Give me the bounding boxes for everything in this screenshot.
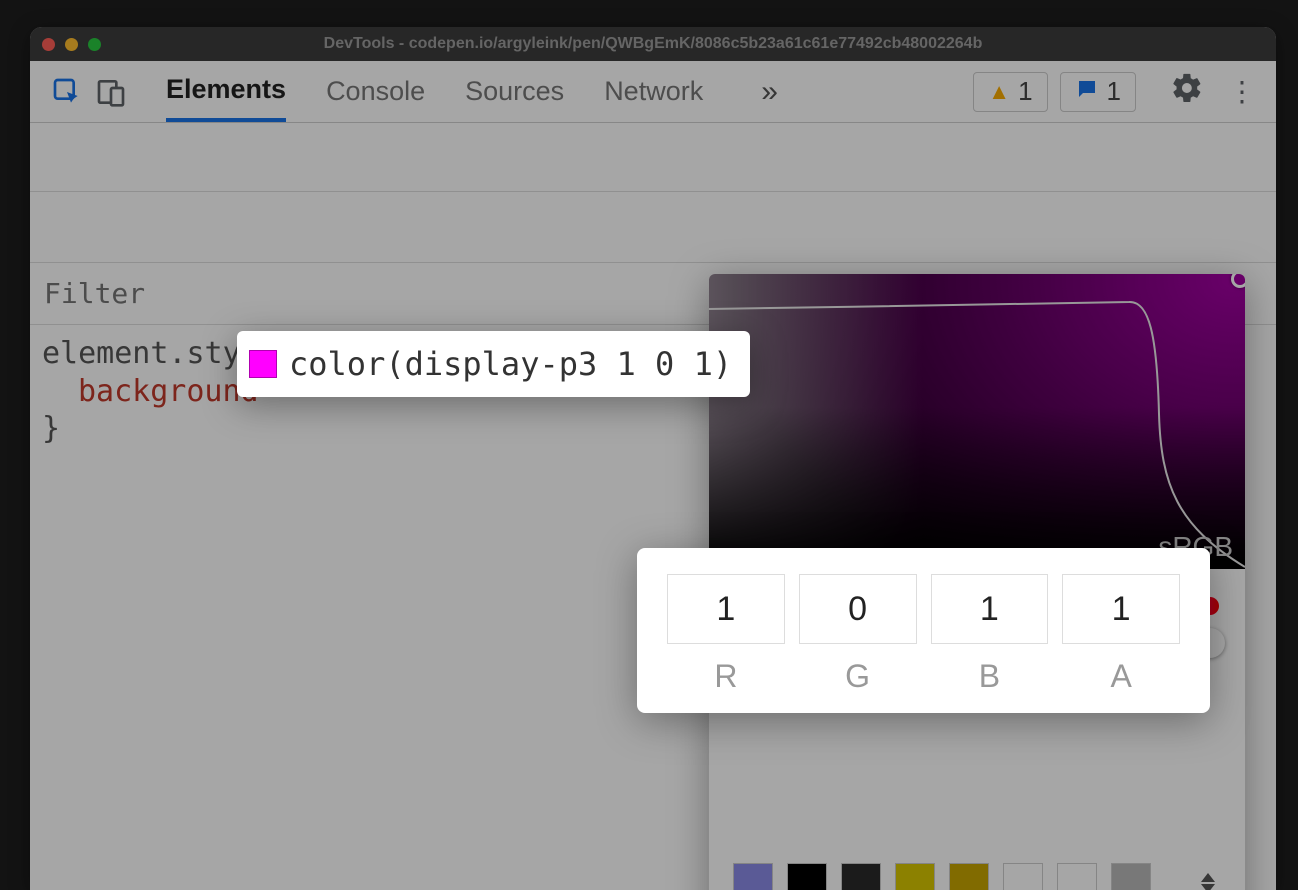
tabs-overflow-icon[interactable]: » [761, 75, 778, 109]
window-title: DevTools - codepen.io/argyleink/pen/QWBg… [30, 35, 1276, 53]
issues-icon [1075, 77, 1099, 107]
warnings-badge[interactable]: ▲ 1 [973, 72, 1047, 112]
minimize-button[interactable] [65, 38, 78, 51]
channel-input-b[interactable] [931, 574, 1049, 644]
palette-swatch[interactable] [949, 863, 989, 890]
color-spectrum[interactable]: sRGB [709, 274, 1245, 569]
toolbar-badges: ▲ 1 1 [973, 72, 1136, 112]
channel-label: R [714, 658, 737, 695]
channel-g: G [799, 574, 917, 695]
color-value-popover: color(display-p3 1 0 1) [237, 331, 750, 397]
palette-swatch[interactable] [1057, 863, 1097, 890]
channel-input-r[interactable] [667, 574, 785, 644]
tab-console[interactable]: Console [326, 61, 425, 122]
channel-a: A [1062, 574, 1180, 695]
warnings-count: 1 [1018, 76, 1032, 107]
channel-input-g[interactable] [799, 574, 917, 644]
traffic-lights [42, 38, 101, 51]
titlebar: DevTools - codepen.io/argyleink/pen/QWBg… [30, 27, 1276, 61]
inspect-element-icon[interactable] [48, 73, 86, 111]
settings-icon[interactable] [1170, 71, 1204, 112]
content-area: element.style { background } sRGB [30, 123, 1276, 890]
channel-b: B [931, 574, 1049, 695]
channel-label: A [1110, 658, 1131, 695]
palette-swatch[interactable] [787, 863, 827, 890]
tab-elements[interactable]: Elements [166, 61, 286, 122]
palette-swatch[interactable] [895, 863, 935, 890]
palette-row [733, 863, 1221, 890]
color-swatch-icon[interactable] [249, 350, 277, 378]
panel-tabs: Elements Console Sources Network » [166, 61, 967, 122]
divider [30, 191, 1276, 192]
tab-sources[interactable]: Sources [465, 61, 564, 122]
issues-badge[interactable]: 1 [1060, 72, 1136, 112]
issues-count: 1 [1107, 76, 1121, 107]
palette-swatch[interactable] [733, 863, 773, 890]
channel-label: G [845, 658, 870, 695]
devtools-window: DevTools - codepen.io/argyleink/pen/QWBg… [30, 27, 1276, 890]
palette-switcher-icon[interactable] [1195, 873, 1221, 890]
gamut-outline [709, 274, 1245, 569]
color-value-text[interactable]: color(display-p3 1 0 1) [289, 345, 732, 383]
more-menu-icon[interactable]: ⋮ [1228, 75, 1258, 108]
channel-input-a[interactable] [1062, 574, 1180, 644]
toolbar: Elements Console Sources Network » ▲ 1 1… [30, 61, 1276, 123]
device-toolbar-icon[interactable] [92, 73, 130, 111]
palette-swatch[interactable] [1003, 863, 1043, 890]
color-palette [709, 839, 1245, 890]
palette-swatch[interactable] [1111, 863, 1151, 890]
tab-network[interactable]: Network [604, 61, 703, 122]
channel-r: R [667, 574, 785, 695]
rgba-inputs: RGBA [637, 548, 1210, 713]
palette-swatch[interactable] [841, 863, 881, 890]
maximize-button[interactable] [88, 38, 101, 51]
warning-icon: ▲ [988, 79, 1010, 105]
close-button[interactable] [42, 38, 55, 51]
spectrum-thumb[interactable] [1231, 274, 1245, 288]
channel-label: B [979, 658, 1000, 695]
